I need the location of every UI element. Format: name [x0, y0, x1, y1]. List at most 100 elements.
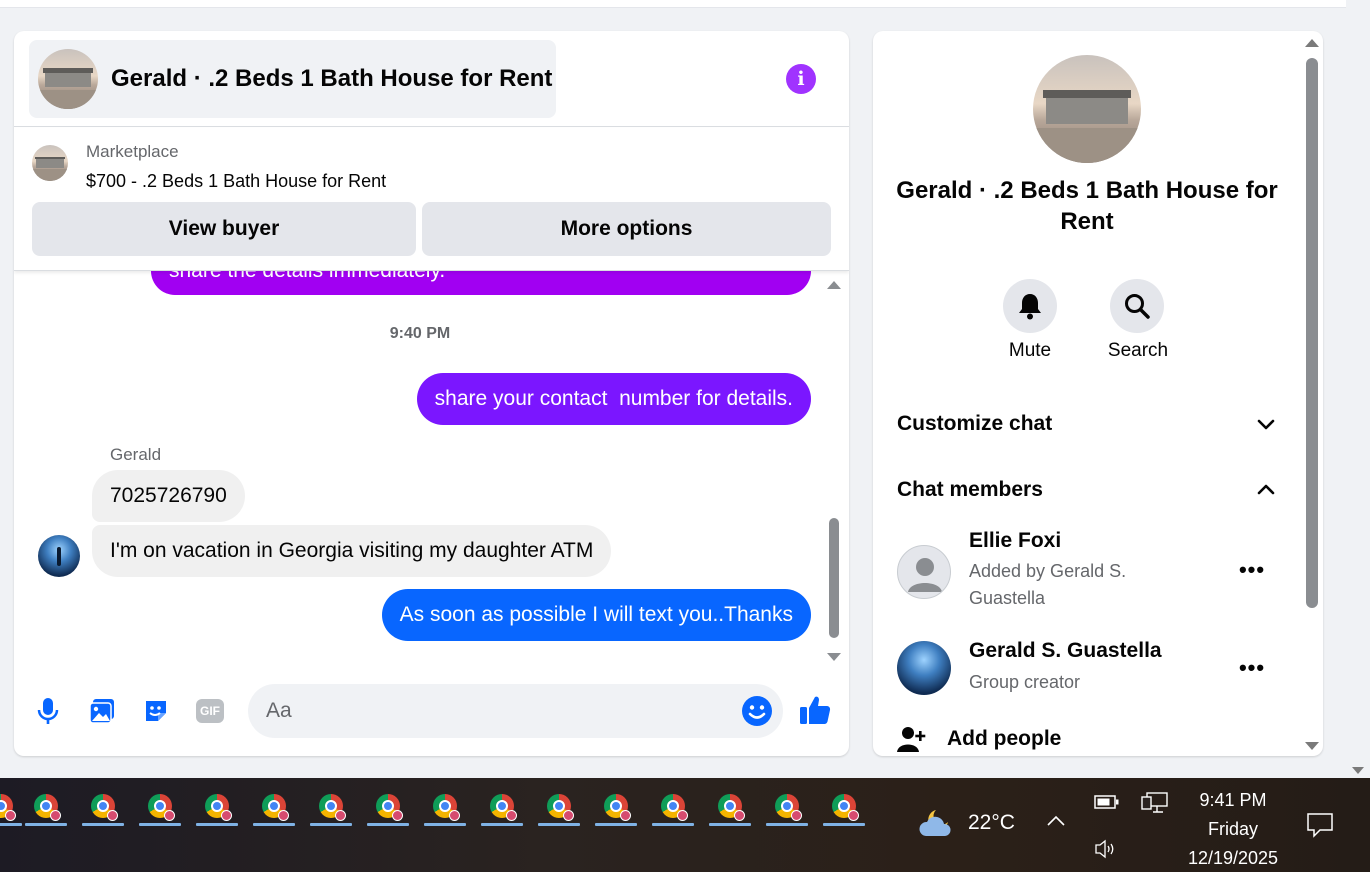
microphone-icon[interactable]: [32, 695, 64, 727]
mute-label: Mute: [1008, 340, 1052, 361]
chrome-icon: [490, 794, 517, 821]
scroll-thumb[interactable]: [1306, 58, 1318, 608]
incoming-message[interactable]: I'm on vacation in Georgia visiting my d…: [92, 525, 612, 577]
info-scrollbar[interactable]: [1301, 31, 1323, 756]
chrome-icon: [0, 794, 16, 821]
marketplace-banner: Marketplace $700 - .2 Beds 1 Bath House …: [14, 128, 849, 271]
chrome-icon: [91, 794, 118, 821]
taskbar-chrome-app[interactable]: [650, 788, 696, 826]
emoji-icon[interactable]: [741, 695, 773, 727]
member-subtitle: Group creator: [969, 672, 1081, 692]
message-timestamp: 9:40 PM: [389, 325, 451, 342]
chat-header-title-button[interactable]: Gerald · .2 Beds 1 Bath House for Rent: [29, 40, 556, 118]
chrome-icon: [34, 794, 61, 821]
chevron-up-icon[interactable]: [1046, 814, 1066, 833]
outgoing-message[interactable]: share the details immediately.: [151, 271, 811, 295]
info-title: Gerald · .2 Beds 1 Bath House for Rent: [896, 177, 1278, 235]
member-name: Ellie Foxi: [969, 529, 1062, 552]
marketplace-label: Marketplace: [86, 142, 179, 161]
view-buyer-button[interactable]: View buyer: [32, 202, 416, 256]
taskbar-chrome-app[interactable]: [365, 788, 411, 826]
taskbar-chrome-app[interactable]: [422, 788, 468, 826]
member-subtitle: Added by Gerald S. Guastella: [969, 561, 1127, 608]
sender-avatar[interactable]: [38, 535, 80, 577]
bell-icon: [1019, 294, 1041, 320]
taskbar-clock[interactable]: 9:41 PM Friday 12/19/2025: [1180, 786, 1286, 872]
clock-time: 9:41 PM: [1199, 790, 1267, 810]
chrome-icon: [547, 794, 574, 821]
battery-icon[interactable]: [1094, 794, 1120, 815]
scroll-up-arrow[interactable]: [1305, 39, 1319, 47]
chat-panel: Gerald · .2 Beds 1 Bath House for Rent i…: [14, 31, 849, 756]
network-icon[interactable]: [1141, 791, 1169, 820]
sticker-icon[interactable]: [140, 695, 172, 727]
info-panel: Gerald · .2 Beds 1 Bath House for Rent M…: [873, 31, 1323, 756]
chevron-up-icon: [1257, 484, 1275, 495]
taskbar-chrome-app[interactable]: [707, 788, 753, 826]
chrome-icon: [433, 794, 460, 821]
scroll-down-arrow[interactable]: [1305, 742, 1319, 750]
more-icon[interactable]: •••: [1237, 653, 1267, 683]
scroll-up-arrow[interactable]: [827, 281, 841, 289]
chat-members-row[interactable]: Chat members: [897, 475, 1277, 505]
taskbar-chrome-app[interactable]: [536, 788, 582, 826]
taskbar-chrome-app[interactable]: [23, 788, 69, 826]
outgoing-message[interactable]: As soon as possible I will text you..Tha…: [381, 589, 811, 641]
customize-chat-row[interactable]: Customize chat: [897, 409, 1277, 439]
scroll-thumb[interactable]: [829, 518, 839, 638]
marketplace-item-title[interactable]: $700 - .2 Beds 1 Bath House for Rent: [86, 171, 386, 192]
incoming-message[interactable]: 7025726790: [92, 470, 245, 522]
info-avatar[interactable]: [1033, 55, 1141, 163]
taskbar-chrome-app[interactable]: [764, 788, 810, 826]
outgoing-message[interactable]: share your contact number for details.: [416, 373, 811, 425]
info-icon[interactable]: i: [786, 64, 816, 94]
add-people-button[interactable]: Add people: [897, 723, 1061, 755]
chat-avatar: [38, 49, 98, 109]
taskbar-chrome-app[interactable]: [251, 788, 297, 826]
search-label: Search: [1107, 340, 1169, 361]
add-person-icon: [897, 727, 926, 752]
more-icon[interactable]: •••: [1237, 555, 1267, 585]
taskbar-chrome-app[interactable]: [80, 788, 126, 826]
chevron-down-icon: [1257, 419, 1275, 430]
message-input[interactable]: [266, 684, 726, 738]
member-avatar: [897, 641, 951, 695]
scroll-down-arrow[interactable]: [1352, 767, 1364, 774]
member-name: Gerald S. Guastella: [969, 639, 1162, 662]
message-list[interactable]: share the details immediately. 9:40 PM s…: [14, 271, 849, 661]
chrome-icon: [604, 794, 631, 821]
chrome-icon: [262, 794, 289, 821]
chrome-icon: [205, 794, 232, 821]
more-options-button[interactable]: More options: [422, 202, 831, 256]
taskbar-chrome-app[interactable]: [194, 788, 240, 826]
marketplace-thumbnail: [32, 145, 68, 181]
search-button[interactable]: [1110, 279, 1164, 333]
thumbs-up-icon[interactable]: [798, 693, 834, 729]
message-input-box[interactable]: [248, 684, 783, 738]
taskbar-chrome-app[interactable]: [821, 788, 867, 826]
photo-icon[interactable]: [86, 695, 118, 727]
chrome-icon: [376, 794, 403, 821]
message-scrollbar[interactable]: [826, 271, 842, 661]
chat-members-label: Chat members: [897, 478, 1043, 501]
clock-day: Friday: [1207, 819, 1258, 839]
chrome-icon: [718, 794, 745, 821]
volume-icon[interactable]: [1094, 838, 1120, 865]
taskbar: 22°C 9:41 PM Friday 12/19/2025: [0, 778, 1370, 872]
taskbar-chrome-app[interactable]: [593, 788, 639, 826]
chrome-icon: [319, 794, 346, 821]
notification-icon[interactable]: [1306, 812, 1334, 843]
composer: GIF: [14, 681, 849, 741]
taskbar-chrome-app[interactable]: [308, 788, 354, 826]
weather-widget[interactable]: 22°C: [918, 806, 1015, 840]
chat-title: Gerald · .2 Beds 1 Bath House for Rent: [111, 65, 553, 92]
taskbar-chrome-app[interactable]: [137, 788, 183, 826]
clock-date: 12/19/2025: [1187, 848, 1279, 868]
scroll-down-arrow[interactable]: [827, 653, 841, 661]
gif-icon[interactable]: GIF: [194, 695, 226, 727]
taskbar-chrome-app[interactable]: [0, 788, 24, 826]
temperature: 22°C: [968, 811, 1015, 834]
mute-button[interactable]: [1003, 279, 1057, 333]
page-scrollbar[interactable]: [1346, 0, 1370, 778]
taskbar-chrome-app[interactable]: [479, 788, 525, 826]
